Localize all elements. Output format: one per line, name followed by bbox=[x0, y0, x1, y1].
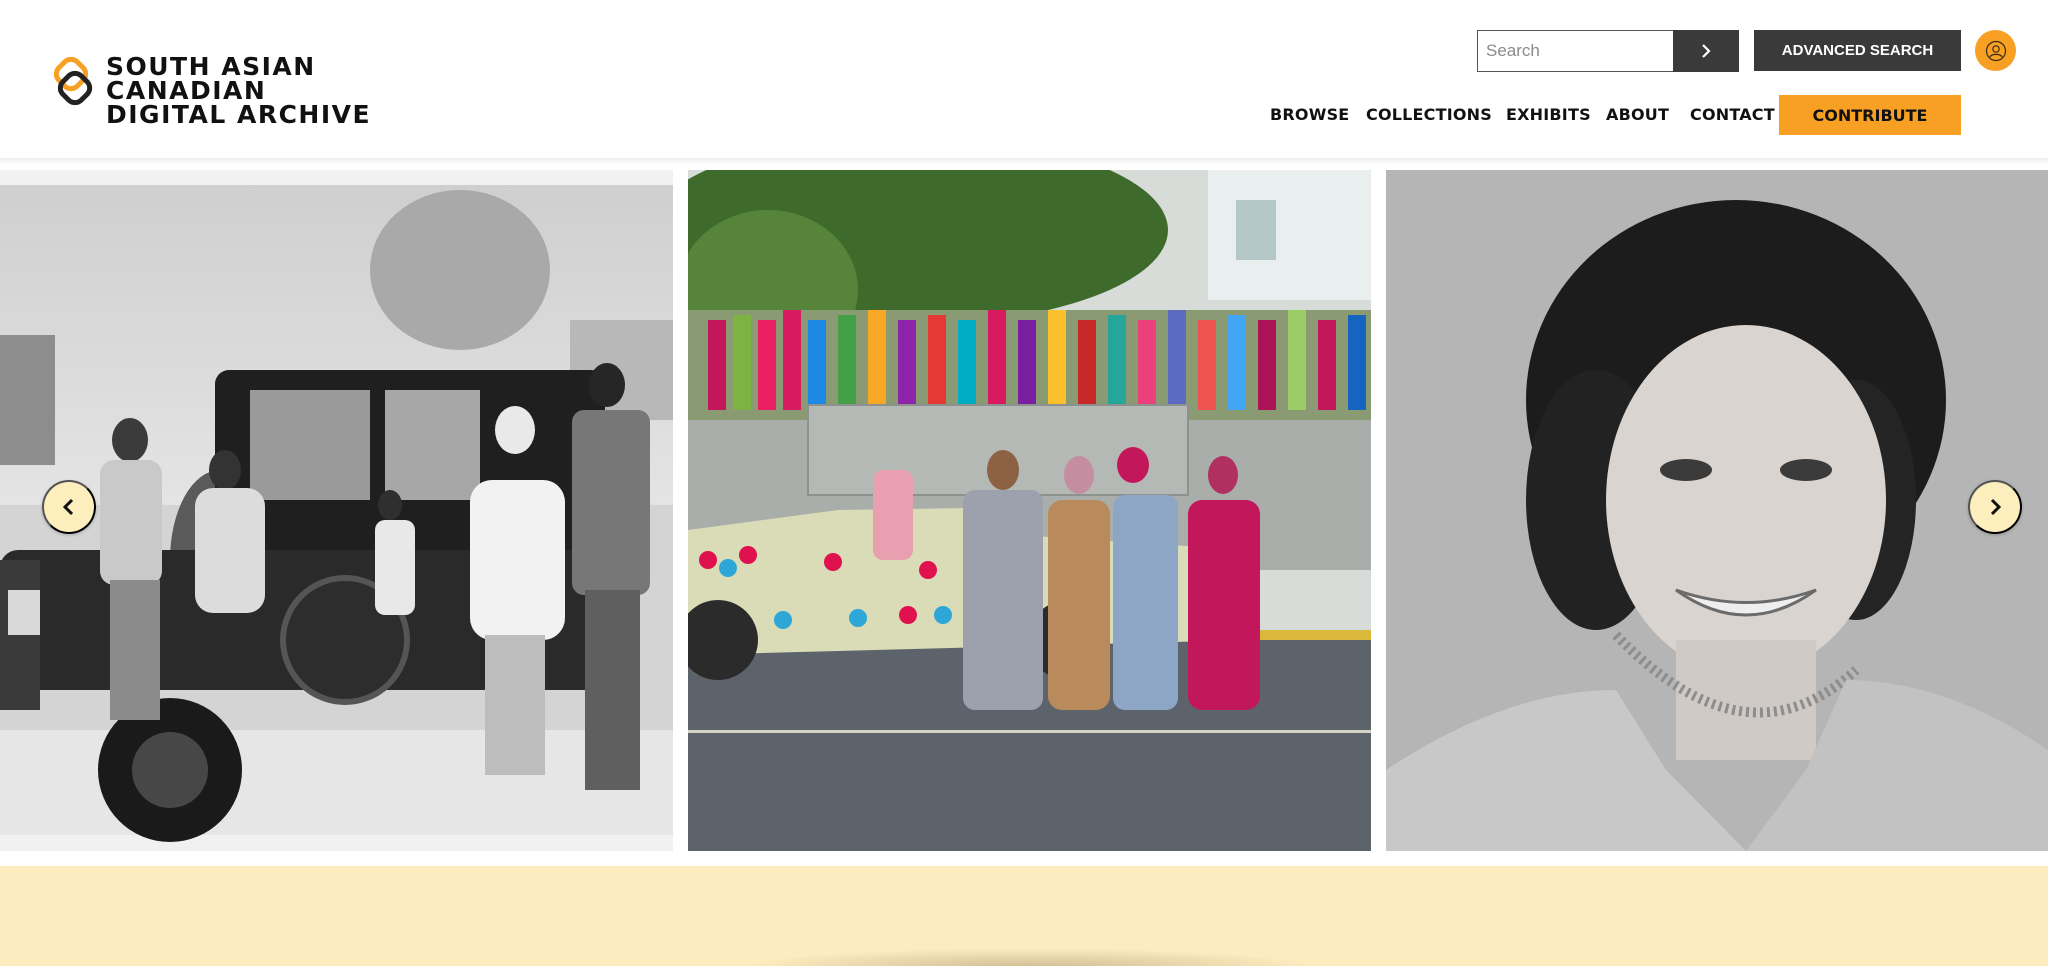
search-input[interactable] bbox=[1477, 30, 1673, 72]
site-header: SOUTH ASIAN CANADIAN DIGITAL ARCHIVE ADV… bbox=[0, 0, 2048, 160]
nav-contact[interactable]: CONTACT bbox=[1690, 105, 1775, 124]
advanced-search-button[interactable]: ADVANCED SEARCH bbox=[1754, 30, 1961, 71]
carousel-next-button[interactable] bbox=[1968, 480, 2022, 534]
nav-collections[interactable]: COLLECTIONS bbox=[1366, 105, 1492, 124]
contribute-button[interactable]: CONTRIBUTE bbox=[1779, 95, 1961, 135]
nav-browse[interactable]: BROWSE bbox=[1270, 105, 1349, 124]
portrait-photo bbox=[1386, 170, 2048, 851]
carousel-prev-button[interactable] bbox=[42, 480, 96, 534]
user-account-button[interactable] bbox=[1975, 30, 2016, 71]
nav-about[interactable]: ABOUT bbox=[1606, 105, 1669, 124]
logo-wordmark: SOUTH ASIAN CANADIAN DIGITAL ARCHIVE bbox=[106, 54, 372, 129]
carousel-slide-family-car[interactable] bbox=[0, 170, 673, 851]
nav-exhibits[interactable]: EXHIBITS bbox=[1506, 105, 1591, 124]
interlocked-rings-logo-icon bbox=[53, 57, 93, 106]
user-account-icon bbox=[1985, 40, 2006, 61]
carousel-slide-wedding[interactable] bbox=[688, 170, 1371, 851]
family-car-photo bbox=[0, 170, 673, 851]
featured-carousel bbox=[0, 170, 2048, 851]
logo-line-3: DIGITAL ARCHIVE bbox=[106, 100, 372, 129]
wedding-photo bbox=[688, 170, 1371, 851]
header-divider bbox=[0, 158, 2048, 164]
search-submit-button[interactable] bbox=[1673, 30, 1739, 72]
carousel-slide-portrait[interactable] bbox=[1386, 170, 2048, 851]
chevron-right-icon bbox=[1702, 44, 1711, 58]
band-card-shadow bbox=[740, 948, 1320, 966]
chevron-right-icon bbox=[1990, 498, 2002, 516]
chevron-left-icon bbox=[62, 498, 74, 516]
search-form bbox=[1477, 30, 1739, 72]
feature-band bbox=[0, 866, 2048, 966]
site-logo[interactable]: SOUTH ASIAN CANADIAN DIGITAL ARCHIVE bbox=[48, 54, 372, 129]
